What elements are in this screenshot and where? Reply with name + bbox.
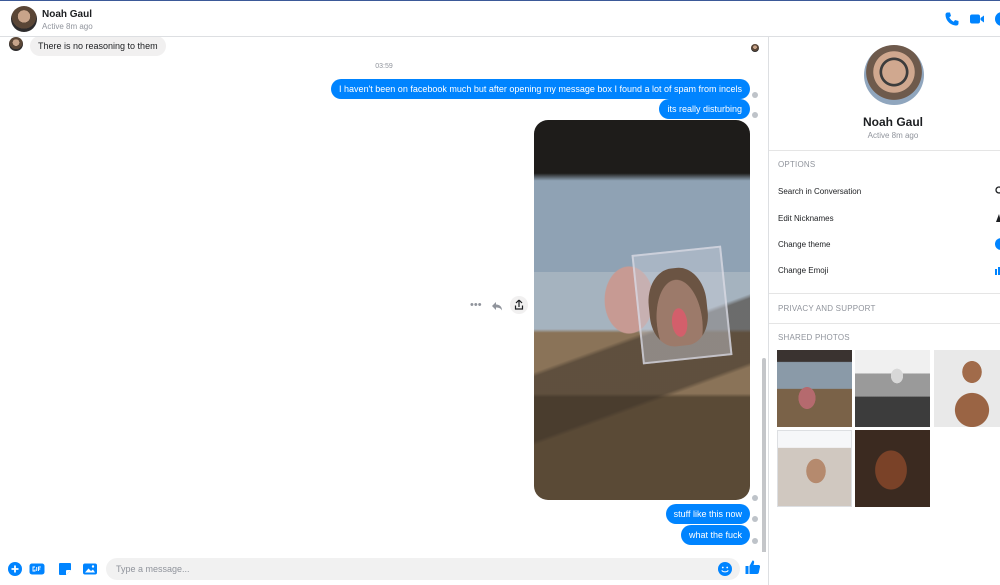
avatar[interactable] xyxy=(11,6,37,32)
info-icon[interactable] xyxy=(994,11,1000,27)
search-in-conversation-option[interactable]: Search in Conversation xyxy=(778,187,861,196)
delivered-indicator xyxy=(752,538,758,544)
active-status: Active 8m ago xyxy=(42,22,93,31)
shared-photo[interactable] xyxy=(777,350,852,427)
add-icon[interactable] xyxy=(7,561,23,577)
photo-icon[interactable] xyxy=(82,561,98,577)
outgoing-message[interactable]: I haven't been on facebook much but afte… xyxy=(331,79,750,99)
shared-video-attachment[interactable] xyxy=(534,120,750,500)
pencil-icon[interactable] xyxy=(995,213,1000,223)
like-icon[interactable] xyxy=(995,266,1000,276)
delivered-indicator xyxy=(752,495,758,501)
delivered-indicator xyxy=(752,516,758,522)
messenger-window: Noah Gaul Active 8m ago There is no reas… xyxy=(0,0,1000,585)
shared-photos-section-title[interactable]: SHARED PHOTOS xyxy=(778,333,850,342)
conversation-details-panel: Noah Gaul Active 8m ago OPTIONS Search i… xyxy=(768,37,1000,585)
change-theme-option[interactable]: Change theme xyxy=(778,240,830,249)
privacy-support-section-title[interactable]: PRIVACY AND SUPPORT xyxy=(778,304,876,313)
more-icon[interactable]: ••• xyxy=(470,299,482,311)
message-composer xyxy=(0,552,768,585)
reply-icon[interactable] xyxy=(491,301,503,311)
outgoing-message[interactable]: what the fuck xyxy=(680,525,750,545)
incoming-message[interactable]: There is no reasoning to them xyxy=(30,37,166,56)
avatar[interactable] xyxy=(864,45,924,105)
share-icon[interactable] xyxy=(510,296,528,314)
sticker-icon[interactable] xyxy=(57,561,73,577)
shared-photo[interactable] xyxy=(777,430,852,507)
conversation-header: Noah Gaul Active 8m ago xyxy=(0,2,1000,37)
search-icon[interactable] xyxy=(995,186,1000,196)
sender-avatar xyxy=(9,37,23,51)
phone-icon[interactable] xyxy=(944,11,960,27)
outgoing-message[interactable]: stuff like this now xyxy=(665,504,750,524)
edit-nicknames-option[interactable]: Edit Nicknames xyxy=(778,214,834,223)
message-timestamp: 03:59 xyxy=(375,63,393,70)
shared-photo[interactable] xyxy=(855,350,930,427)
divider xyxy=(769,150,1000,151)
video-camera-icon[interactable] xyxy=(969,11,985,27)
contact-name[interactable]: Noah Gaul xyxy=(42,9,92,20)
thread-scrollbar[interactable] xyxy=(762,358,766,552)
message-thread[interactable]: There is no reasoning to them 03:59 I ha… xyxy=(0,37,768,552)
outgoing-message[interactable]: its really disturbing xyxy=(659,99,750,119)
emoji-icon[interactable] xyxy=(717,561,733,577)
panel-active-status: Active 8m ago xyxy=(867,131,919,140)
divider xyxy=(769,323,1000,324)
seen-avatar xyxy=(751,44,759,52)
theme-color-icon[interactable] xyxy=(995,238,1000,250)
message-input[interactable] xyxy=(106,558,740,580)
delivered-indicator xyxy=(752,92,758,98)
shared-photo[interactable] xyxy=(934,350,1000,427)
shared-photo[interactable] xyxy=(855,430,930,507)
divider xyxy=(769,293,1000,294)
panel-contact-name: Noah Gaul xyxy=(862,115,923,129)
like-icon[interactable] xyxy=(744,558,762,576)
delivered-indicator xyxy=(752,112,758,118)
change-emoji-option[interactable]: Change Emoji xyxy=(778,266,828,275)
gif-icon[interactable] xyxy=(29,561,45,577)
options-section-title[interactable]: OPTIONS xyxy=(778,160,815,169)
